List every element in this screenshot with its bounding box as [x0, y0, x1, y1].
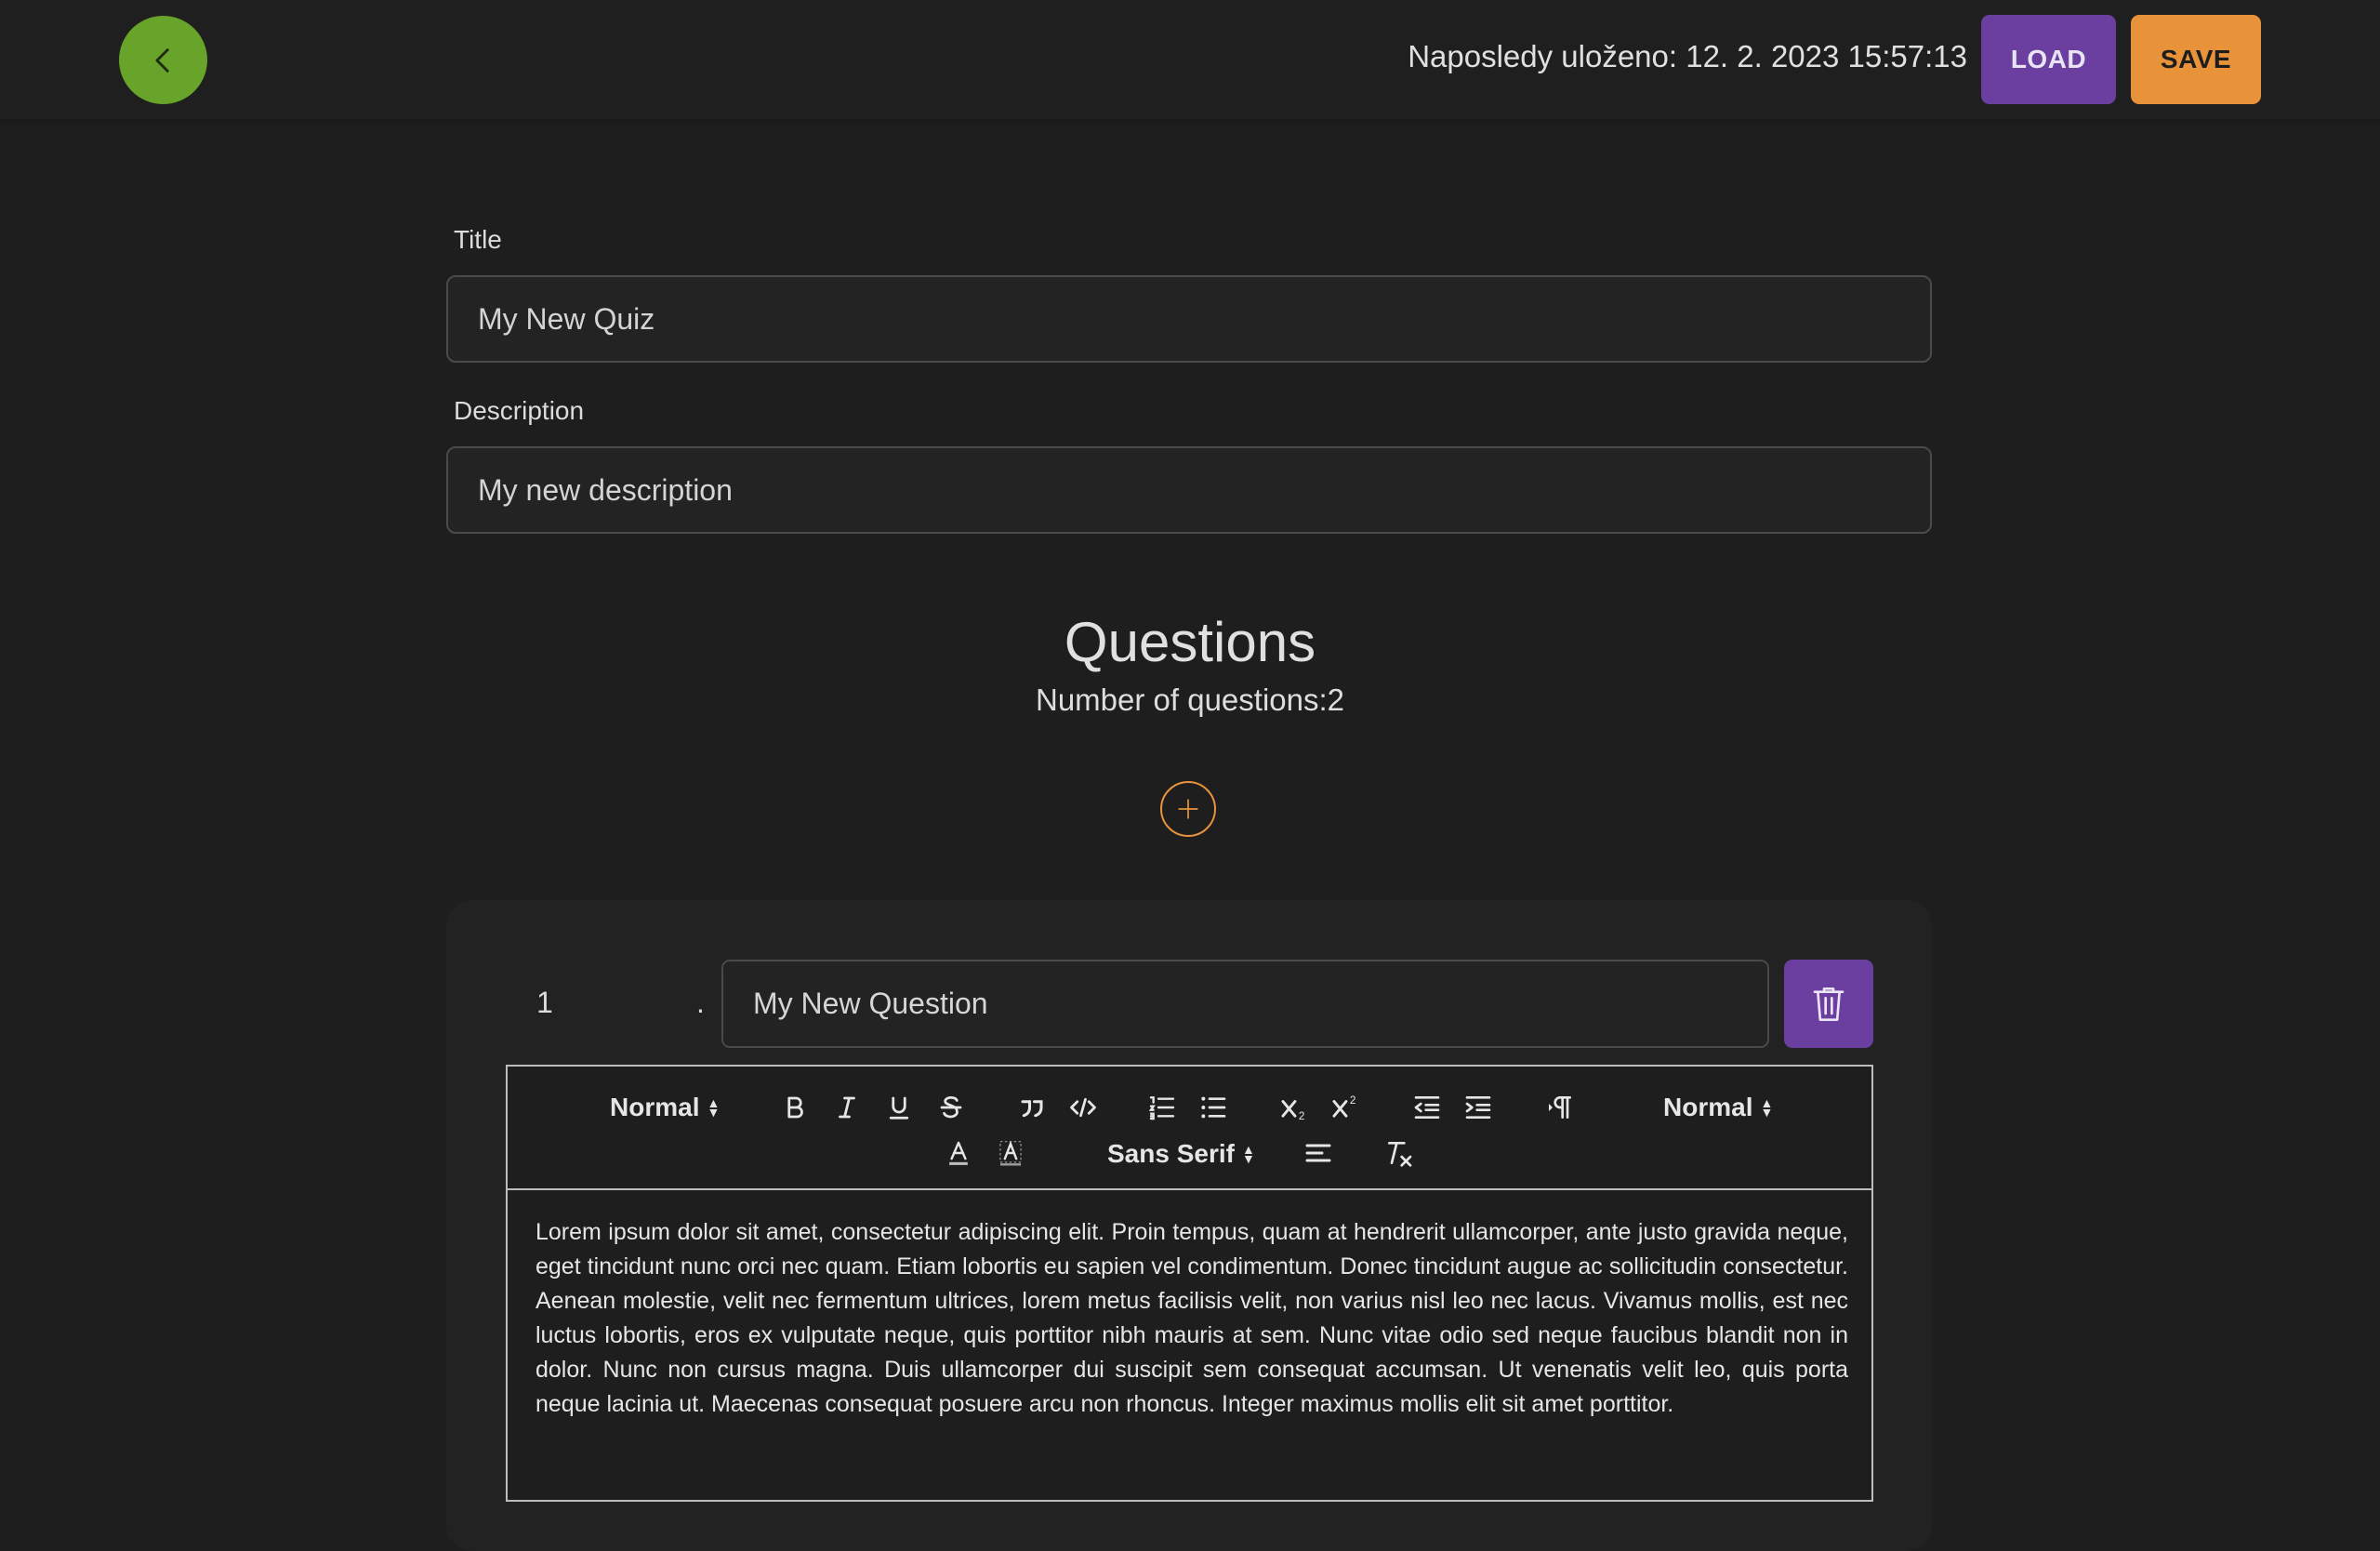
question-title-input[interactable]: My New Question: [721, 960, 1769, 1048]
plus-icon: [1178, 799, 1198, 819]
title-label: Title: [454, 225, 502, 254]
font-select[interactable]: Sans Serif ▲ ▼: [1107, 1135, 1255, 1173]
underline-icon[interactable]: [881, 1090, 917, 1125]
direction-icon[interactable]: [1542, 1090, 1578, 1125]
title-input[interactable]: My New Quiz: [446, 275, 1932, 363]
question-title-value: My New Question: [753, 987, 988, 1020]
font-select-value: Sans Serif: [1107, 1139, 1235, 1168]
back-button[interactable]: [119, 16, 207, 104]
updown-arrows-icon: ▲ ▼: [1760, 1095, 1774, 1120]
ordered-list-icon[interactable]: [1144, 1090, 1180, 1125]
question-number-dot: .: [696, 986, 705, 1019]
strike-icon[interactable]: [933, 1090, 969, 1125]
clear-format-icon[interactable]: [1382, 1135, 1417, 1171]
italic-icon[interactable]: [829, 1090, 865, 1125]
svg-text:2: 2: [1299, 1110, 1305, 1122]
trash-icon: [1813, 987, 1844, 1021]
description-input[interactable]: My new description: [446, 446, 1932, 534]
outdent-icon[interactable]: [1409, 1090, 1445, 1125]
load-button[interactable]: LOAD: [1981, 15, 2116, 104]
size-select[interactable]: Normal ▲ ▼: [1663, 1089, 1773, 1126]
questions-heading: Questions: [1064, 611, 1316, 673]
superscript-icon[interactable]: 2: [1329, 1090, 1364, 1125]
bold-icon[interactable]: [777, 1090, 813, 1125]
add-question-button[interactable]: [1160, 781, 1216, 837]
align-icon[interactable]: [1301, 1135, 1336, 1171]
description-label: Description: [454, 396, 585, 425]
code-block-icon[interactable]: [1065, 1090, 1101, 1125]
save-button[interactable]: SAVE: [2131, 15, 2261, 104]
text-color-icon[interactable]: [941, 1135, 976, 1171]
header-select[interactable]: Normal ▲ ▼: [610, 1089, 720, 1126]
size-select-value: Normal: [1663, 1093, 1753, 1121]
last-saved-status: Naposledy uloženo: 12. 2. 2023 15:57:13: [1408, 39, 1967, 73]
title-input-value: My New Quiz: [478, 301, 655, 336]
updown-arrows-icon: ▲ ▼: [1241, 1142, 1255, 1166]
rich-text-editor: Normal ▲ ▼ 2 2 Normal ▲ ▼ Sans Serif ▲ ▼…: [506, 1065, 1873, 1502]
subscript-icon[interactable]: 2: [1277, 1090, 1313, 1125]
top-bar: Naposledy uloženo: 12. 2. 2023 15:57:13 …: [0, 0, 2380, 119]
header-select-value: Normal: [610, 1093, 700, 1121]
svg-text:2: 2: [1350, 1094, 1356, 1107]
indent-icon[interactable]: [1461, 1090, 1496, 1125]
question-number: 1: [536, 986, 553, 1019]
chevron-left-icon: [155, 47, 169, 73]
updown-arrows-icon: ▲ ▼: [707, 1095, 721, 1120]
bullet-list-icon[interactable]: [1196, 1090, 1231, 1125]
description-input-value: My new description: [478, 472, 733, 507]
editor-content[interactable]: Lorem ipsum dolor sit amet, consectetur …: [536, 1215, 1848, 1422]
editor-toolbar: Normal ▲ ▼ 2 2 Normal ▲ ▼ Sans Serif ▲ ▼: [508, 1067, 1871, 1190]
questions-count: Number of questions:2: [1035, 683, 1344, 717]
delete-question-button[interactable]: [1784, 960, 1873, 1048]
background-color-icon[interactable]: [993, 1135, 1028, 1171]
blockquote-icon[interactable]: [1014, 1090, 1050, 1125]
